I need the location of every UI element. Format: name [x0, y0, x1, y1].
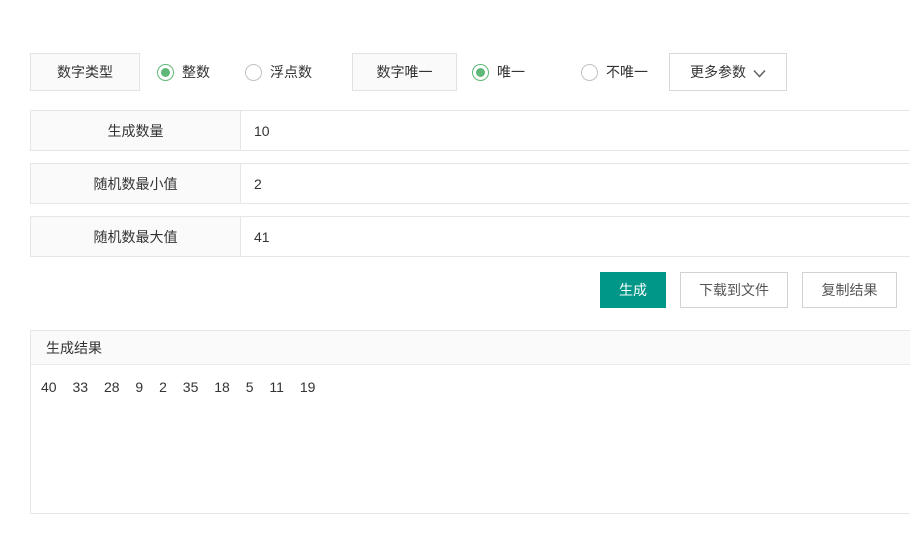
result-value: 40 [41, 379, 57, 395]
result-value: 35 [182, 379, 199, 395]
result-value: 2 [159, 379, 167, 395]
count-input[interactable] [241, 111, 910, 150]
result-value: 33 [72, 379, 89, 395]
chevron-down-icon [753, 69, 766, 78]
radio-selected-icon [472, 63, 489, 81]
min-field-label: 随机数最小值 [31, 164, 241, 203]
count-field-label: 生成数量 [31, 111, 241, 150]
radio-float[interactable]: 浮点数 [245, 62, 312, 82]
result-panel: 生成结果 40 33 28 9 2 35 18 5 11 19 [30, 330, 910, 514]
result-value: 28 [103, 379, 120, 395]
result-value: 11 [269, 379, 284, 395]
min-value-input[interactable] [241, 164, 910, 203]
result-value: 18 [214, 379, 230, 395]
field-row-count: 生成数量 [30, 110, 910, 151]
radio-dot [161, 67, 170, 77]
radio-not-unique-label: 不唯一 [606, 64, 648, 80]
radio-integer-label: 整数 [182, 64, 210, 80]
top-controls-bar: 数字类型 整数 浮点数 数字唯一 唯一 不唯一 更多参数 [30, 53, 787, 91]
radio-integer[interactable]: 整数 [157, 62, 210, 82]
generate-button[interactable]: 生成 [600, 272, 666, 308]
result-body: 40 33 28 9 2 35 18 5 11 19 [31, 365, 910, 409]
max-value-input[interactable] [241, 217, 910, 256]
result-value: 5 [245, 379, 254, 395]
download-button[interactable]: 下载到文件 [680, 272, 788, 308]
field-row-min: 随机数最小值 [30, 163, 910, 204]
uniqueness-label: 数字唯一 [352, 53, 457, 91]
more-params-label: 更多参数 [690, 64, 746, 80]
more-params-button[interactable]: 更多参数 [669, 53, 787, 91]
radio-not-unique[interactable]: 不唯一 [581, 62, 648, 82]
field-row-max: 随机数最大值 [30, 216, 910, 257]
actions-bar: 生成 下载到文件 复制结果 [600, 272, 897, 308]
radio-unselected-icon [581, 63, 598, 81]
radio-unselected-icon [245, 63, 262, 81]
number-type-label: 数字类型 [30, 53, 140, 91]
radio-dot [476, 67, 485, 77]
result-value: 19 [299, 379, 316, 395]
radio-float-label: 浮点数 [270, 64, 312, 80]
copy-result-button[interactable]: 复制结果 [802, 272, 897, 308]
radio-unique-label: 唯一 [497, 64, 525, 80]
result-header: 生成结果 [31, 331, 910, 365]
max-field-label: 随机数最大值 [31, 217, 241, 256]
radio-selected-icon [157, 63, 174, 81]
result-value: 9 [135, 379, 144, 395]
radio-unique[interactable]: 唯一 [472, 62, 525, 82]
